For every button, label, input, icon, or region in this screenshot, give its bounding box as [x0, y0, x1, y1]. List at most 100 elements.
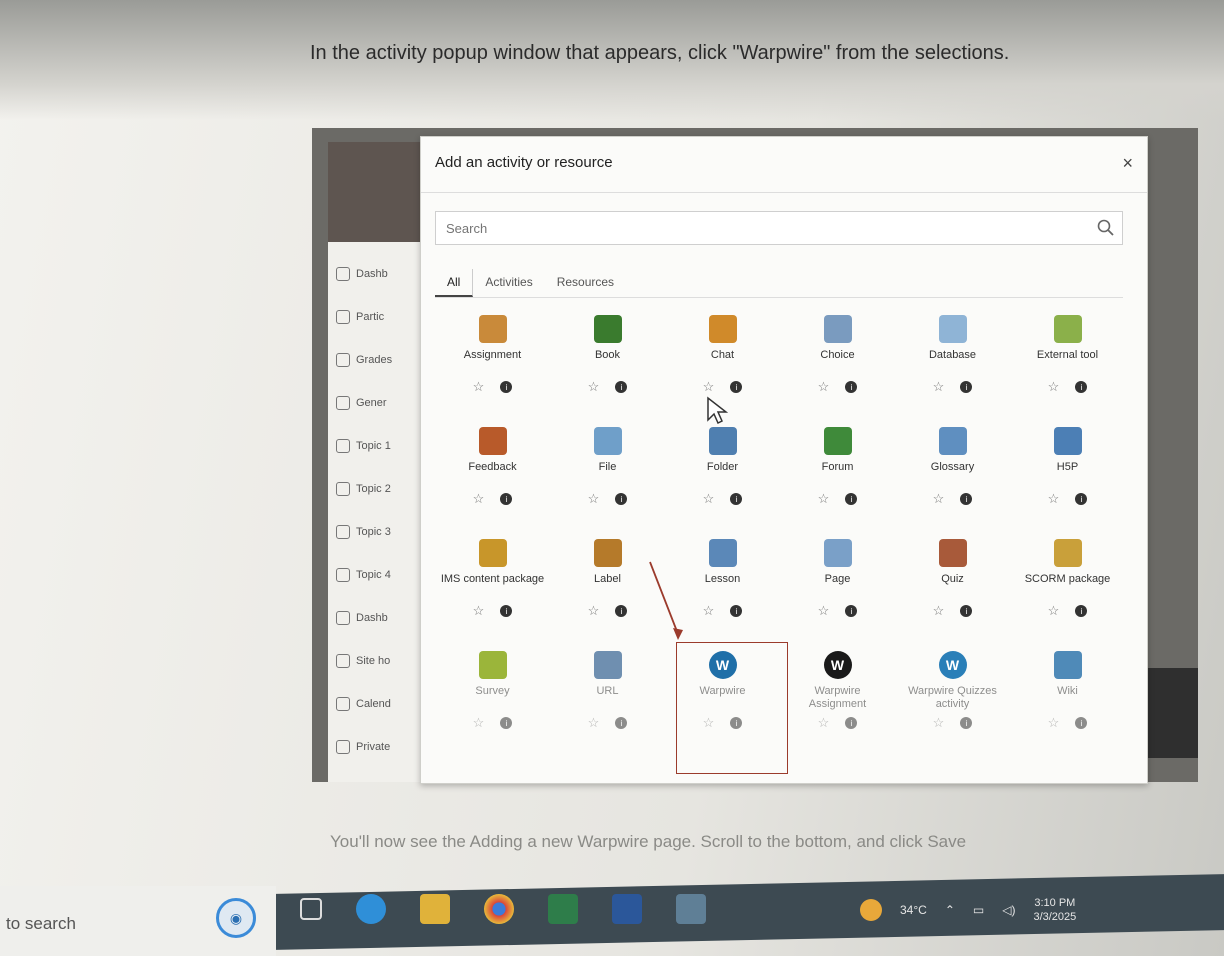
info-icon[interactable]: i	[615, 493, 628, 505]
star-icon[interactable]: ☆	[818, 715, 830, 731]
cortana-icon[interactable]: ◉	[216, 898, 256, 938]
sidebar-item[interactable]: Topic 4	[336, 553, 426, 596]
star-icon[interactable]: ☆	[473, 715, 485, 731]
star-icon[interactable]: ☆	[933, 715, 945, 731]
excel-icon[interactable]	[548, 894, 578, 924]
activity-tile[interactable]: SCORM package ☆ i	[1010, 531, 1125, 643]
activity-tile[interactable]: Database ☆ i	[895, 307, 1010, 419]
sidebar-item[interactable]: Dashb	[336, 252, 426, 295]
activity-tile[interactable]: External tool ☆ i	[1010, 307, 1125, 419]
star-icon[interactable]: ☆	[1048, 715, 1060, 731]
weather-temp[interactable]: 34°C	[900, 903, 927, 917]
star-icon[interactable]: ☆	[588, 715, 600, 731]
edge-icon[interactable]	[356, 894, 386, 924]
star-icon[interactable]: ☆	[703, 603, 715, 619]
activity-tile[interactable]: Assignment ☆ i	[435, 307, 550, 419]
sidebar-item[interactable]: Site ho	[336, 639, 426, 682]
info-icon[interactable]: i	[1075, 381, 1088, 393]
activity-tile[interactable]: IMS content package ☆ i	[435, 531, 550, 643]
sidebar-item[interactable]: Topic 3	[336, 510, 426, 553]
sidebar-item[interactable]: Grades	[336, 338, 426, 381]
activity-tile[interactable]: Book ☆ i	[550, 307, 665, 419]
info-icon[interactable]: i	[730, 605, 743, 617]
star-icon[interactable]: ☆	[1048, 491, 1060, 507]
sidebar-item[interactable]: Dashb	[336, 596, 426, 639]
search-input[interactable]	[436, 212, 1076, 244]
activity-tile[interactable]: File ☆ i	[550, 419, 665, 531]
taskbar-search-text[interactable]: to search	[6, 914, 76, 934]
activity-tile[interactable]: Glossary ☆ i	[895, 419, 1010, 531]
info-icon[interactable]: i	[960, 381, 973, 393]
activity-tile[interactable]: Quiz ☆ i	[895, 531, 1010, 643]
sidebar-item[interactable]: Private	[336, 725, 426, 768]
info-icon[interactable]: i	[615, 605, 628, 617]
star-icon[interactable]: ☆	[818, 491, 830, 507]
activity-tile[interactable]: Forum ☆ i	[780, 419, 895, 531]
info-icon[interactable]: i	[960, 717, 973, 729]
info-icon[interactable]: i	[845, 717, 858, 729]
volume-icon[interactable]: ◁)	[1002, 903, 1015, 917]
activity-tile[interactable]: Page ☆ i	[780, 531, 895, 643]
activity-tile[interactable]: Feedback ☆ i	[435, 419, 550, 531]
info-icon[interactable]: i	[845, 381, 858, 393]
tab-all[interactable]: All	[435, 269, 474, 297]
info-icon[interactable]: i	[500, 717, 513, 729]
star-icon[interactable]: ☆	[933, 379, 945, 395]
sidebar-item[interactable]: Topic 2	[336, 467, 426, 510]
weather-icon[interactable]	[860, 899, 882, 921]
tab-activities[interactable]: Activities	[473, 269, 544, 297]
activity-tile[interactable]: W Warpwire Assignment ☆ i	[780, 643, 895, 755]
info-icon[interactable]: i	[500, 381, 513, 393]
info-icon[interactable]: i	[960, 605, 973, 617]
star-icon[interactable]: ☆	[933, 491, 945, 507]
star-icon[interactable]: ☆	[588, 491, 600, 507]
star-icon[interactable]: ☆	[703, 491, 715, 507]
network-icon[interactable]: ▭	[973, 903, 984, 917]
chrome-icon[interactable]	[484, 894, 514, 924]
activity-tile[interactable]: Folder ☆ i	[665, 419, 780, 531]
sidebar-item[interactable]: Topic 1	[336, 424, 426, 467]
task-view-icon[interactable]	[300, 898, 322, 920]
close-icon[interactable]: ×	[1122, 153, 1133, 174]
chevron-up-icon[interactable]: ⌃	[945, 903, 955, 917]
activity-tile[interactable]: H5P ☆ i	[1010, 419, 1125, 531]
info-icon[interactable]: i	[615, 717, 628, 729]
info-icon[interactable]: i	[500, 493, 513, 505]
clock[interactable]: 3:10 PM 3/3/2025	[1033, 896, 1076, 924]
star-icon[interactable]: ☆	[473, 379, 485, 395]
info-icon[interactable]: i	[1075, 717, 1088, 729]
info-icon[interactable]: i	[730, 493, 743, 505]
activity-tile[interactable]: Wiki ☆ i	[1010, 643, 1125, 755]
search-icon[interactable]	[1096, 218, 1116, 238]
sidebar-item[interactable]: Gener	[336, 381, 426, 424]
sidebar-item[interactable]: Partic	[336, 295, 426, 338]
star-icon[interactable]: ☆	[933, 603, 945, 619]
search-field[interactable]	[435, 211, 1123, 245]
star-icon[interactable]: ☆	[703, 379, 715, 395]
word-icon[interactable]	[612, 894, 642, 924]
star-icon[interactable]: ☆	[588, 603, 600, 619]
info-icon[interactable]: i	[1075, 605, 1088, 617]
activity-tile[interactable]: W Warpwire Quizzes activity ☆ i	[895, 643, 1010, 755]
star-icon[interactable]: ☆	[1048, 603, 1060, 619]
info-icon[interactable]: i	[1075, 493, 1088, 505]
activity-tile[interactable]: Choice ☆ i	[780, 307, 895, 419]
activity-tile[interactable]: URL ☆ i	[550, 643, 665, 755]
activity-tile[interactable]: Survey ☆ i	[435, 643, 550, 755]
info-icon[interactable]: i	[730, 381, 743, 393]
info-icon[interactable]: i	[615, 381, 628, 393]
star-icon[interactable]: ☆	[473, 491, 485, 507]
star-icon[interactable]: ☆	[1048, 379, 1060, 395]
tab-resources[interactable]: Resources	[545, 269, 626, 297]
star-icon[interactable]: ☆	[588, 379, 600, 395]
info-icon[interactable]: i	[845, 605, 858, 617]
sidebar-item[interactable]: Calend	[336, 682, 426, 725]
star-icon[interactable]: ☆	[818, 603, 830, 619]
info-icon[interactable]: i	[845, 493, 858, 505]
info-icon[interactable]: i	[960, 493, 973, 505]
info-icon[interactable]: i	[500, 605, 513, 617]
star-icon[interactable]: ☆	[818, 379, 830, 395]
star-icon[interactable]: ☆	[473, 603, 485, 619]
app-icon[interactable]	[676, 894, 706, 924]
file-explorer-icon[interactable]	[420, 894, 450, 924]
